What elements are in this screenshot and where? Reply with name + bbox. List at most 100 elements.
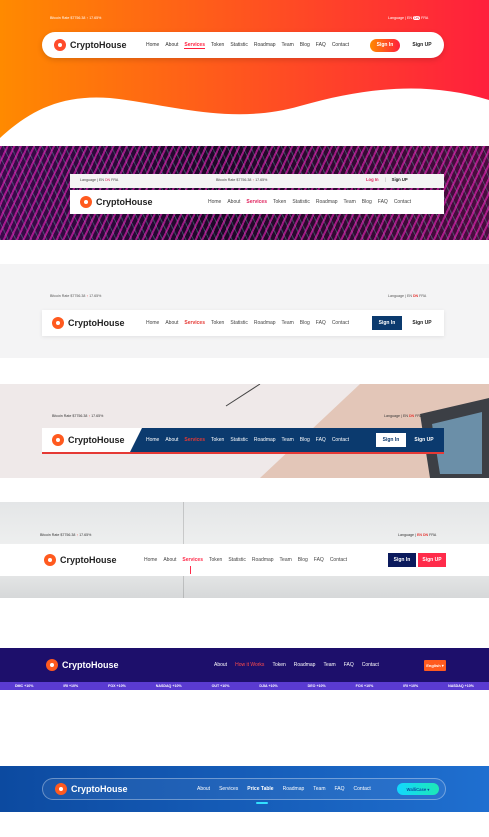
brand-logo[interactable]: CryptoHouse [46,659,119,671]
sign-in-button[interactable]: Sign In [370,38,400,52]
nav-team[interactable]: Team [282,320,294,326]
nav-how-it-works[interactable]: How it Works [235,662,264,668]
sign-up-button[interactable]: Sign UP [408,316,436,330]
navbar: CryptoHouse About How it Works Token Roa… [0,648,489,682]
nav-roadmap[interactable]: Roadmap [254,437,276,443]
language-switcher[interactable]: Language | EN DN FRA [398,533,436,537]
brand-logo[interactable]: CryptoHouse [44,554,117,566]
nav-team[interactable]: Team [280,557,292,563]
brand-logo[interactable]: CryptoHouse [54,39,127,51]
nav-faq[interactable]: FAQ [378,199,388,205]
nav-team[interactable]: Team [344,199,356,205]
nav-home[interactable]: Home [146,42,159,48]
nav-faq[interactable]: FAQ [314,557,324,563]
nav-team[interactable]: Team [282,42,294,48]
sign-up-link[interactable]: Sign UP [392,177,408,182]
wallet-button[interactable]: WalliCase ▾ [397,783,439,795]
nav-statistic[interactable]: Statistic [230,320,248,326]
ticker-item: IRI +10% [403,684,419,688]
brand-logo[interactable]: CryptoHouse [55,783,128,795]
nav-token[interactable]: Token [209,557,222,563]
nav-token[interactable]: Token [211,42,224,48]
nav-blog[interactable]: Blog [300,437,310,443]
language-switcher[interactable]: Language | EN DN FRA [80,178,118,182]
nav-services[interactable]: Services [182,557,203,563]
nav-contact[interactable]: Contact [332,320,349,326]
nav-about[interactable]: About [165,320,178,326]
ticker-item: NASDAQ +10% [448,684,474,688]
sign-up-button[interactable]: Sign UP [410,433,438,447]
nav-services[interactable]: Services [246,199,267,205]
bitcoin-rate: Bitcoin Rate $7756.38 ↑ 17.65% [40,533,92,537]
logo-icon [52,434,64,446]
nav-contact[interactable]: Contact [330,557,347,563]
nav-about[interactable]: About [165,437,178,443]
nav-about[interactable]: About [214,662,227,668]
nav-menu: About Services Price Table Roadmap Team … [197,786,380,792]
nav-home[interactable]: Home [146,437,159,443]
nav-about[interactable]: About [165,42,178,48]
nav-blog[interactable]: Blog [300,320,310,326]
language-switcher[interactable]: Language | EN DN FRA [388,294,426,298]
nav-roadmap[interactable]: Roadmap [252,557,274,563]
nav-contact[interactable]: Contact [332,42,349,48]
nav-home[interactable]: Home [146,320,159,326]
nav-faq[interactable]: FAQ [316,320,326,326]
nav-roadmap[interactable]: Roadmap [254,320,276,326]
nav-services[interactable]: Services [219,786,238,792]
nav-token[interactable]: Token [273,199,286,205]
nav-blog[interactable]: Blog [298,557,308,563]
ticker-bar: DMC +10% IRI +10% FOX +10% NASDAQ +10% O… [0,682,489,690]
header-variant-misty: Bitcoin Rate $7756.38 ↑ 17.65% Language … [0,502,489,598]
ticker-item: FOX +10% [355,684,374,688]
nav-contact[interactable]: Contact [394,199,411,205]
nav-home[interactable]: Home [144,557,157,563]
nav-roadmap[interactable]: Roadmap [294,662,316,668]
language-switcher[interactable]: Language | EN DN FRA [388,16,428,20]
nav-about[interactable]: About [163,557,176,563]
nav-team[interactable]: Team [313,786,325,792]
nav-about[interactable]: About [227,199,240,205]
nav-contact[interactable]: Contact [354,786,371,792]
sign-up-button[interactable]: Sign UP [408,39,436,52]
header-variant-architecture: Bitcoin Rate $7756.38 ↑ 17.65% Language … [0,384,489,478]
nav-home[interactable]: Home [208,199,221,205]
sign-in-button[interactable]: Sign In [376,433,406,447]
nav-roadmap[interactable]: Roadmap [316,199,338,205]
nav-faq[interactable]: FAQ [316,42,326,48]
sign-in-button[interactable]: Sign In [372,316,402,330]
sign-in-button[interactable]: Sign In [388,553,416,567]
nav-services[interactable]: Services [184,320,205,326]
nav-roadmap[interactable]: Roadmap [283,786,305,792]
nav-roadmap[interactable]: Roadmap [254,42,276,48]
nav-blog[interactable]: Blog [362,199,372,205]
nav-blog[interactable]: Blog [300,42,310,48]
nav-token[interactable]: Token [211,320,224,326]
brand-logo[interactable]: CryptoHouse [52,317,125,329]
brand-logo[interactable]: CryptoHouse [80,196,153,208]
nav-about[interactable]: About [197,786,210,792]
log-in-link[interactable]: Log In [366,177,379,182]
nav-faq[interactable]: FAQ [344,662,354,668]
nav-faq[interactable]: FAQ [335,786,345,792]
nav-contact[interactable]: Contact [332,437,349,443]
language-button[interactable]: English ▾ [424,659,446,671]
nav-contact[interactable]: Contact [362,662,379,668]
nav-services[interactable]: Services [184,437,205,443]
nav-team[interactable]: Team [323,662,335,668]
brand-logo[interactable]: CryptoHouse [52,434,125,446]
nav-services[interactable]: Services [184,42,205,49]
nav-statistic[interactable]: Statistic [228,557,246,563]
nav-team[interactable]: Team [282,437,294,443]
nav-faq[interactable]: FAQ [316,437,326,443]
navbar: CryptoHouse Home About Services Token St… [70,190,444,214]
nav-statistic[interactable]: Statistic [230,437,248,443]
chevron-down-icon: ▾ [440,662,444,668]
nav-statistic[interactable]: Statistic [230,42,248,48]
sign-up-button[interactable]: Sign UP [418,553,446,567]
nav-price-table[interactable]: Price Table [247,786,273,792]
language-switcher[interactable]: Language | EN DN FRA [384,414,422,418]
nav-statistic[interactable]: Statistic [292,199,310,205]
nav-token[interactable]: Token [272,662,285,668]
nav-token[interactable]: Token [211,437,224,443]
